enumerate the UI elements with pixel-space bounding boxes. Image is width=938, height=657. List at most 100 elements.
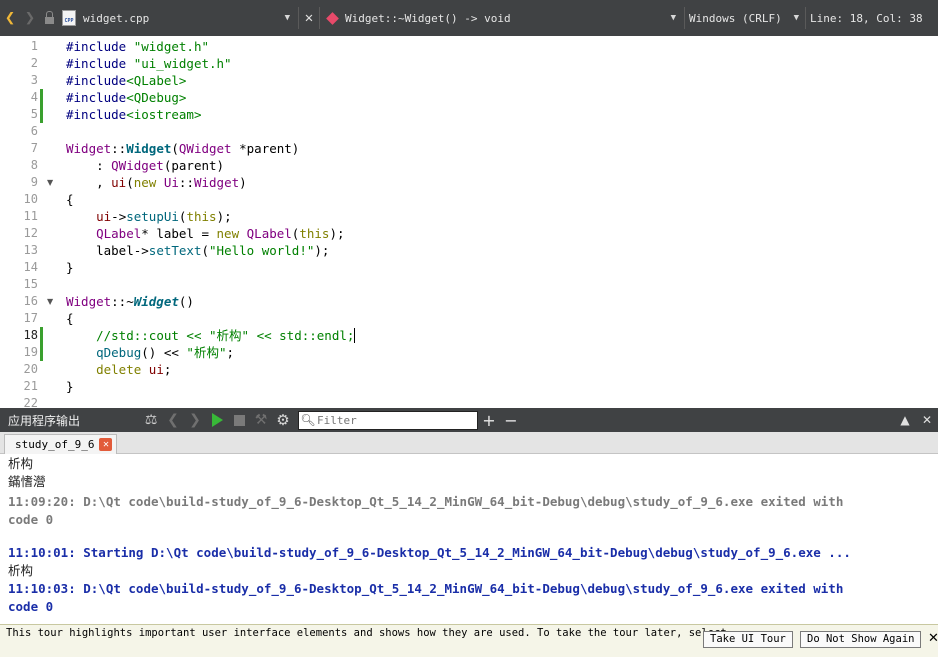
code-line[interactable]: delete ui;: [66, 361, 171, 378]
gutter-row[interactable]: 1: [0, 38, 58, 55]
code-line[interactable]: }: [66, 378, 74, 395]
stop-button[interactable]: [228, 408, 250, 432]
code-token: ui: [96, 209, 112, 224]
code-token: );: [314, 243, 330, 258]
code-token: Widget: [66, 294, 112, 309]
gutter-row[interactable]: 12: [0, 225, 58, 242]
code-token: //std::cout << "析构" << std::endl;: [96, 328, 355, 343]
code-line[interactable]: QLabel* label = new QLabel(this);: [66, 225, 344, 242]
code-token: );: [216, 209, 232, 224]
line-number-gutter[interactable]: 1 2 3 4 5 6 7 8 9 ▼ 10 11 12 13 14 15 16 ▼ 17 18 19 20 21 22: [0, 38, 58, 408]
forward-arrow-icon[interactable]: ❯: [20, 0, 40, 36]
code-token: "析构": [186, 345, 227, 360]
text-cursor: [354, 328, 356, 343]
gutter-row[interactable]: 3: [0, 72, 58, 89]
code-token: #include: [66, 90, 127, 105]
code-line[interactable]: {: [66, 310, 74, 327]
gutter-row[interactable]: 2: [0, 55, 58, 72]
gutter-row[interactable]: 17: [0, 310, 58, 327]
code-line[interactable]: #include<QDebug>: [66, 89, 186, 106]
code-token: (): [178, 294, 194, 309]
gutter-row[interactable]: 8: [0, 157, 58, 174]
file-dropdown-arrow-icon[interactable]: ▼: [285, 13, 290, 23]
line-number: 1: [30, 39, 38, 53]
code-line[interactable]: //std::cout << "析构" << std::endl;: [66, 327, 356, 344]
fold-arrow-icon[interactable]: ▼: [47, 174, 53, 191]
line-ending-selector[interactable]: Windows (CRLF): [689, 12, 782, 25]
close-tab-icon[interactable]: ✕: [99, 438, 113, 451]
gutter-row[interactable]: 10: [0, 191, 58, 208]
close-document-icon[interactable]: ✕: [299, 10, 319, 26]
back-arrow-icon[interactable]: ❮: [0, 0, 20, 36]
output-line: 析构: [8, 563, 34, 578]
change-marker: [40, 344, 43, 361]
code-token: QWidget: [111, 158, 164, 173]
code-token: #include: [66, 56, 134, 71]
code-line[interactable]: #include<iostream>: [66, 106, 201, 123]
code-editor[interactable]: 1 2 3 4 5 6 7 8 9 ▼ 10 11 12 13 14 15 16 ▼ 17 18 19 20 21 22 #i…: [0, 36, 938, 408]
code-line[interactable]: label->setText("Hello world!");: [66, 242, 329, 259]
code-token: ui: [111, 175, 127, 190]
gutter-row[interactable]: 11: [0, 208, 58, 225]
code-token: }: [66, 379, 74, 394]
gutter-row[interactable]: 14: [0, 259, 58, 276]
zoom-out-icon[interactable]: −: [500, 411, 522, 430]
code-line[interactable]: qDebug() << "析构";: [66, 344, 234, 361]
code-token: <QLabel>: [126, 73, 187, 88]
gutter-row[interactable]: 9 ▼: [0, 174, 58, 191]
gutter-row[interactable]: 5: [0, 106, 58, 123]
code-line[interactable]: : QWidget(parent): [66, 157, 224, 174]
fold-arrow-icon[interactable]: ▼: [47, 293, 53, 310]
gutter-row[interactable]: 15: [0, 276, 58, 293]
lock-icon: [40, 0, 58, 36]
run-button[interactable]: [206, 408, 228, 432]
gutter-row[interactable]: 19: [0, 344, 58, 361]
code-line[interactable]: {: [66, 191, 74, 208]
code-line[interactable]: #include "widget.h": [66, 38, 209, 55]
gutter-row[interactable]: 7: [0, 140, 58, 157]
file-name: widget.cpp: [83, 11, 150, 25]
close-pane-icon[interactable]: ✕: [916, 413, 938, 427]
code-token: (: [126, 175, 134, 190]
gutter-row[interactable]: 13: [0, 242, 58, 259]
code-token: ::: [178, 175, 194, 190]
line-ending-dropdown-arrow-icon[interactable]: ▼: [794, 13, 799, 23]
code-line[interactable]: #include<QLabel>: [66, 72, 186, 89]
attach-debugger-icon[interactable]: ⚒: [250, 408, 272, 432]
code-line[interactable]: Widget::Widget(QWidget *parent): [66, 140, 299, 157]
code-line[interactable]: ui->setupUi(this);: [66, 208, 232, 225]
filter-input[interactable]: [317, 413, 467, 427]
code-line[interactable]: , ui(new Ui::Widget): [66, 174, 247, 191]
next-item-icon[interactable]: ❯: [184, 408, 206, 432]
gutter-row[interactable]: 18: [0, 327, 58, 344]
tab-study-of-9-6[interactable]: study_of_9_6 ✕: [4, 434, 118, 454]
settings-button[interactable]: ⚙: [272, 408, 294, 432]
gutter-row[interactable]: 6: [0, 123, 58, 140]
close-infobar-icon[interactable]: ✕: [928, 631, 938, 646]
gutter-row[interactable]: 16 ▼: [0, 293, 58, 310]
previous-item-icon[interactable]: ❮: [162, 408, 184, 432]
function-selector[interactable]: Widget::~Widget() -> void: [345, 12, 511, 25]
line-number: 10: [23, 192, 38, 206]
output-line: 鏋愭瀯: [8, 474, 46, 489]
code-line[interactable]: Widget::~Widget(): [66, 293, 194, 310]
gutter-row[interactable]: 21: [0, 378, 58, 395]
gutter-row[interactable]: 22: [0, 395, 58, 408]
take-ui-tour-button[interactable]: Take UI Tour: [703, 631, 793, 648]
clean-output-icon[interactable]: ⚖: [140, 408, 162, 432]
cursor-position[interactable]: Line: 18, Col: 38: [810, 12, 923, 25]
application-output[interactable]: 析构 鏋愭瀯 11:09:20: D:\Qt code\build-study_of…: [0, 454, 938, 624]
function-dropdown-arrow-icon[interactable]: ▼: [671, 13, 676, 23]
code-token: this: [299, 226, 330, 241]
zoom-in-icon[interactable]: +: [478, 411, 500, 430]
gutter-row[interactable]: 20: [0, 361, 58, 378]
code-token: "widget.h": [133, 39, 209, 54]
do-not-show-again-button[interactable]: Do Not Show Again: [800, 631, 922, 648]
code-line[interactable]: #include "ui_widget.h": [66, 55, 232, 72]
code-line[interactable]: }: [66, 259, 74, 276]
filter-box[interactable]: 🔍︎: [298, 410, 478, 430]
maximize-pane-icon[interactable]: ▲: [894, 413, 916, 427]
code-token: ui: [148, 362, 164, 377]
gutter-row[interactable]: 4: [0, 89, 58, 106]
